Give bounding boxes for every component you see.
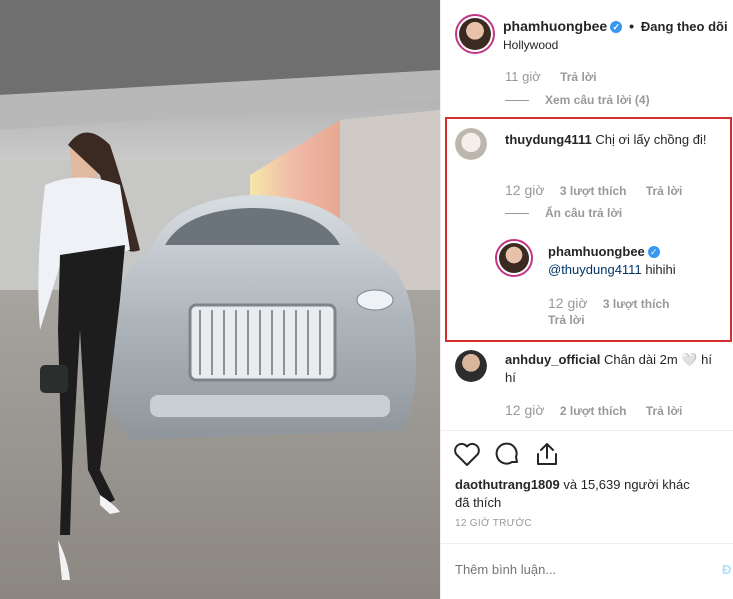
comment-thuydung4111: thuydung4111 Chị ơi lấy chồng đi! — [505, 131, 725, 149]
comment-username[interactable]: thuydung4111 — [505, 132, 592, 147]
reply-text: hihihi — [645, 262, 676, 277]
comment2-likes[interactable]: 2 lượt thích — [560, 404, 627, 418]
comment2-meta: 12 giờ 2 lượt thích Trả lời — [505, 402, 682, 418]
commenter-avatar[interactable] — [455, 350, 487, 382]
comment1-meta: 12 giờ 3 lượt thích Trả lời — [505, 182, 682, 198]
comment1-time[interactable]: 12 giờ — [505, 182, 545, 198]
post-comment-button[interactable]: Đ — [722, 562, 731, 577]
add-comment-input[interactable] — [455, 562, 705, 577]
share-icon[interactable] — [533, 441, 561, 472]
commenter-avatar[interactable] — [455, 128, 487, 160]
replies-line — [505, 213, 529, 215]
likes-summary: daothutrang1809 và 15,639 người khác đã … — [455, 476, 725, 512]
post-photo[interactable] — [0, 0, 440, 599]
following-button[interactable]: Đang theo dõi — [641, 19, 728, 34]
reply-mention[interactable]: @thuydung4111 — [548, 262, 642, 277]
reply-reply-button[interactable]: Trả lời — [548, 313, 585, 327]
comment-anhduy_official: anhduy_official Chân dài 2m 🤍 hí hí — [505, 351, 725, 387]
author-username[interactable]: phamhuongbee — [503, 18, 607, 34]
post-header: phamhuongbee ✓ • Đang theo dõi Hollywood — [441, 0, 733, 66]
location-link[interactable]: Hollywood — [503, 38, 558, 52]
comment2-time[interactable]: 12 giờ — [505, 402, 545, 418]
verified-badge-icon: ✓ — [647, 246, 660, 258]
prev-comment-reply-button[interactable]: Trả lời — [560, 70, 597, 84]
hide-replies-row[interactable]: Ẩn câu trả lời — [505, 206, 622, 220]
comment2-reply-button[interactable]: Trả lời — [646, 404, 683, 418]
post-image — [0, 0, 440, 599]
comment-icon[interactable] — [493, 441, 521, 472]
liker-username[interactable]: daothutrang1809 — [455, 477, 560, 492]
replies-line — [505, 100, 529, 102]
actions-divider — [440, 430, 733, 431]
header-separator: • — [629, 18, 635, 34]
comment-username[interactable]: anhduy_official — [505, 352, 600, 367]
prev-comment-meta: 11 giờ Trả lời — [505, 69, 597, 84]
reply-username[interactable]: phamhuongbee — [548, 244, 645, 259]
hide-replies-button[interactable]: Ẩn câu trả lời — [545, 206, 622, 220]
reply-author-avatar[interactable] — [495, 239, 533, 277]
reply-reply-row: Trả lời — [548, 313, 585, 327]
comment-text: Chị ơi lấy chồng đi! — [595, 132, 707, 147]
reply-meta: 12 giờ 3 lượt thích — [548, 295, 669, 311]
author-avatar[interactable] — [455, 14, 495, 54]
comment1-reply-button[interactable]: Trả lời — [646, 184, 683, 198]
likes-suffix: đã thích — [455, 495, 502, 510]
verified-badge-icon: ✓ — [610, 21, 623, 33]
view-replies-row[interactable]: Xem câu trả lời (4) — [505, 93, 650, 107]
prev-comment-time[interactable]: 11 giờ — [505, 69, 541, 84]
heart-icon[interactable] — [453, 441, 481, 472]
comment1-likes[interactable]: 3 lượt thích — [560, 184, 627, 198]
comment-input-divider — [440, 543, 733, 544]
reply-likes[interactable]: 3 lượt thích — [603, 297, 670, 311]
reply-time[interactable]: 12 giờ — [548, 295, 588, 311]
view-replies-button[interactable]: Xem câu trả lời (4) — [545, 93, 650, 107]
post-timestamp[interactable]: 12 GIỜ TRƯỚC — [455, 518, 532, 529]
reply-phamhuongbee: phamhuongbee ✓ @thuydung4111 hihihi — [548, 243, 728, 279]
likes-rest[interactable]: và 15,639 người khác — [563, 477, 689, 492]
